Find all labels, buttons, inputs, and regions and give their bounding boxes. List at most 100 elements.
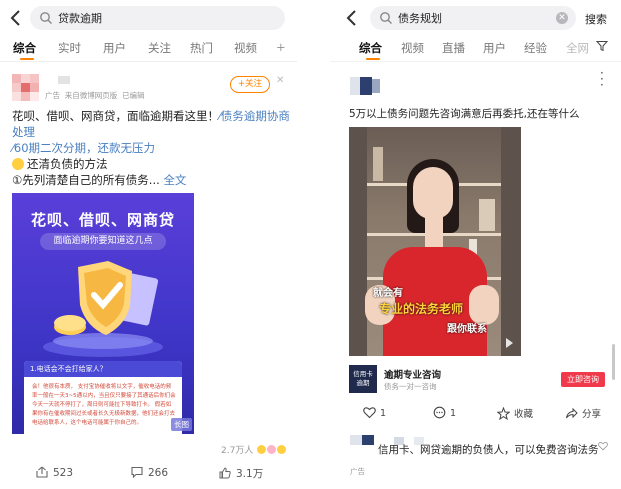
scrollbar[interactable] xyxy=(612,344,615,380)
tab-comprehensive[interactable]: 综合 xyxy=(13,40,36,56)
post-line-5: ①先列清楚自己的所有债务... 全文 xyxy=(12,172,292,188)
consult-now-button[interactable]: 立即咨询 xyxy=(561,372,605,387)
love-emoji-icon xyxy=(267,445,277,454)
username-mosaic xyxy=(58,76,70,84)
comment-count: 1 xyxy=(450,408,457,419)
ad-logo: 信用卡 逾期 xyxy=(349,365,377,393)
like-count: 3.1万 xyxy=(236,468,264,480)
comment-icon xyxy=(131,466,143,479)
active-tab-indicator xyxy=(366,58,380,60)
post-line-5-text: ①先列清楚自己的所有债务... xyxy=(12,173,160,187)
post-action-bar: 523 266 3.1万 xyxy=(0,462,297,484)
smile-emoji-icon xyxy=(12,158,24,170)
installment-link[interactable]: ⁄60期二次分期，还款无压力 xyxy=(12,140,292,156)
search-tabs: 综合 实时 用户 关注 热门 视频 + xyxy=(0,36,297,62)
search-icon xyxy=(40,12,52,24)
search-input[interactable]: 贷款逾期 xyxy=(30,6,285,30)
search-tabs: 综合 视频 直播 用户 经验 全网 xyxy=(330,36,621,62)
repost-count: 523 xyxy=(53,467,74,479)
presenter-face xyxy=(413,167,453,219)
poster-card: 1.电话会不会打给家人？ 会！他很有本质， 支付宝协催收将以文字，催收电话的频率… xyxy=(24,361,182,434)
view-count-text: 2.7万人 xyxy=(221,446,254,456)
left-screenshot: 贷款逾期 综合 实时 用户 关注 热门 视频 + 广告 来自微博网页版 已编辑 … xyxy=(0,0,297,489)
search-input[interactable]: 债务规划 ✕ xyxy=(370,6,576,30)
presenter-hand-right xyxy=(469,285,499,325)
poster-subtitle: 面临逾期你要知道这几点 xyxy=(40,233,166,250)
tab-video[interactable]: 视频 xyxy=(401,40,424,56)
edited-label: 已编辑 xyxy=(122,91,145,100)
like-button[interactable]: 3.1万 xyxy=(219,466,263,481)
tab-experience[interactable]: 经验 xyxy=(524,40,547,56)
joy-emoji-icon xyxy=(277,445,287,454)
active-tab-indicator xyxy=(20,58,34,60)
repost-icon xyxy=(36,466,48,478)
favorite-button[interactable]: 收藏 xyxy=(496,406,534,421)
search-header: 债务规划 ✕ 搜索 xyxy=(330,0,621,36)
follow-button[interactable]: +关注 xyxy=(230,76,270,93)
second-post-like-button[interactable] xyxy=(598,436,608,455)
tab-live[interactable]: 直播 xyxy=(442,40,465,56)
heart-icon xyxy=(363,407,376,419)
heart-icon xyxy=(598,441,608,451)
ad-subtitle: 债务一对一咨询 xyxy=(384,382,437,391)
long-image-tag: 长图 xyxy=(171,418,192,431)
repost-button[interactable]: 523 xyxy=(36,466,73,479)
avatar[interactable] xyxy=(12,74,39,101)
search-query: 债务规划 xyxy=(398,12,442,25)
presenter-neck xyxy=(425,215,443,251)
post-line-1: 花呗、借呗、网商贷，面临逾期看这里！ xyxy=(12,109,219,123)
like-button[interactable]: 1 xyxy=(363,406,386,419)
back-button[interactable] xyxy=(8,8,24,28)
tab-users[interactable]: 用户 xyxy=(103,40,126,56)
search-query: 贷款逾期 xyxy=(58,12,102,25)
star-icon xyxy=(496,406,511,421)
tab-comprehensive[interactable]: 综合 xyxy=(359,40,382,56)
more-options-icon[interactable]: · · · xyxy=(600,67,604,91)
ad-card[interactable]: 信用卡 逾期 逾期专业咨询 债务一对一咨询 立即咨询 xyxy=(349,365,605,393)
post-line-4-text: 还清负债的方法 xyxy=(27,157,108,171)
share-button[interactable]: 分享 xyxy=(565,406,601,420)
search-icon xyxy=(380,12,392,24)
post-line-4: 还清负债的方法 xyxy=(12,156,292,172)
ad-title: 逾期专业咨询 xyxy=(384,370,442,381)
full-text-link[interactable]: 全文 xyxy=(163,173,186,187)
comment-button[interactable]: 1 xyxy=(433,406,456,419)
close-icon[interactable]: ✕ xyxy=(276,75,284,86)
search-header: 贷款逾期 xyxy=(0,0,297,36)
tab-whole-web[interactable]: 全网 xyxy=(566,40,589,56)
tab-hot[interactable]: 热门 xyxy=(190,40,213,56)
comment-button[interactable]: 266 xyxy=(131,466,168,479)
share-icon xyxy=(566,407,578,419)
play-icon[interactable] xyxy=(506,338,513,348)
avatar[interactable] xyxy=(350,77,380,95)
back-button[interactable] xyxy=(344,8,360,28)
tab-video[interactable]: 视频 xyxy=(234,40,257,56)
post-body: 花呗、借呗、网商贷，面临逾期看这里！⁄债务逾期协商处理 xyxy=(12,108,292,140)
comment-icon xyxy=(433,406,446,419)
share-label: 分享 xyxy=(582,409,602,420)
tab-users[interactable]: 用户 xyxy=(483,40,506,56)
like-count: 1 xyxy=(380,408,387,419)
second-post-text: 信用卡、网贷逾期的负债人，可以免费咨询法务 xyxy=(378,444,599,456)
post-action-bar: 1 1 收藏 分享 xyxy=(330,403,621,423)
video-subtitle-3: 跟你联系 xyxy=(447,324,487,335)
search-button[interactable]: 搜索 xyxy=(585,11,607,27)
tab-add[interactable]: + xyxy=(276,40,286,54)
post-image[interactable]: 花呗、借呗、网商贷 面临逾期你要知道这几点 1.电话会不会打给家人？ 会！他很有… xyxy=(12,193,194,434)
back-arrow-icon xyxy=(10,10,20,26)
back-arrow-icon xyxy=(346,10,356,26)
filter-icon[interactable] xyxy=(596,40,608,52)
poster-card-heading: 1.电话会不会打给家人？ xyxy=(24,361,182,377)
tab-realtime[interactable]: 实时 xyxy=(58,40,81,56)
clear-search-icon[interactable]: ✕ xyxy=(556,12,568,24)
post-text: 5万以上债务问题先咨询满意后再委托,还在等什么 xyxy=(349,108,580,120)
post-source: 来自微博网页版 xyxy=(64,91,118,100)
second-post-ad-label: 广告 xyxy=(350,467,365,476)
comment-count: 266 xyxy=(148,467,169,479)
video-player[interactable]: 就会有 专业的法务老师 跟你联系 xyxy=(349,127,521,356)
right-screenshot: 债务规划 ✕ 搜索 综合 视频 直播 用户 经验 全网 · · · 5万以上债务问题… xyxy=(330,0,621,489)
post-meta: 广告 来自微博网页版 已编辑 xyxy=(45,90,145,101)
thumbs-up-icon xyxy=(219,467,231,479)
tab-following[interactable]: 关注 xyxy=(148,40,171,56)
favorite-label: 收藏 xyxy=(514,409,534,420)
